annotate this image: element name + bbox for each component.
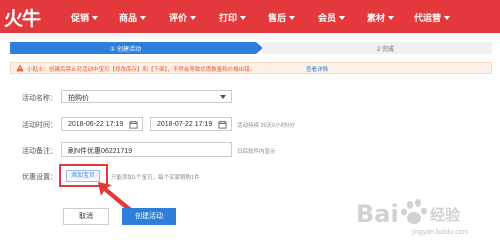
duration-hint: 活动持续 30天0小时0分 bbox=[237, 123, 295, 129]
warning-banner: 小贴士：创建后禁止对活动中宝贝【修改库存】和【下架】，不然会导致优惠数量和价格出… bbox=[10, 62, 492, 74]
add-product-button[interactable]: 添加宝贝 bbox=[66, 170, 100, 182]
end-time-value: 2018-07-22 17:19 bbox=[157, 121, 213, 128]
baidu-logo-icon: Bai 经验 bbox=[356, 199, 461, 228]
step-label: 2 完成 bbox=[377, 47, 395, 53]
nav-item-label: 售后 bbox=[268, 13, 287, 23]
step-label: ① 创建活动 bbox=[110, 47, 142, 53]
calendar-icon[interactable] bbox=[129, 120, 138, 129]
chevron-down-icon bbox=[190, 16, 197, 20]
chevron-down-icon bbox=[289, 16, 296, 20]
chevron-down-icon bbox=[388, 16, 395, 20]
activity-note-label: 活动备注： bbox=[22, 148, 57, 155]
nav-item-products[interactable]: 商品 bbox=[119, 11, 147, 24]
chevron-down-icon bbox=[220, 95, 226, 99]
chevron-down-icon bbox=[444, 16, 451, 20]
activity-type-value: 拍购价 bbox=[68, 95, 89, 102]
nav-item-members[interactable]: 会员 bbox=[318, 11, 346, 24]
start-time-value: 2018-06-22 17:19 bbox=[68, 121, 124, 128]
activity-name-label: 活动名称： bbox=[22, 95, 57, 102]
nav-item-materials[interactable]: 素材 bbox=[367, 11, 395, 24]
nav-item-label: 促销 bbox=[71, 13, 90, 23]
activity-time-label: 活动时间： bbox=[22, 122, 57, 129]
warning-text: 小贴士：创建后禁止对活动中宝贝【修改库存】和【下架】，不然会导致优惠数量和价格出… bbox=[27, 67, 256, 73]
activity-note-input[interactable]: 刷N件优惠06221719 bbox=[61, 142, 232, 157]
chevron-down-icon bbox=[339, 16, 346, 20]
discount-setting-label: 优惠设置： bbox=[22, 174, 57, 181]
watermark-url: jingyan.baidu.com bbox=[412, 229, 469, 236]
view-details-link[interactable]: 查看详情 bbox=[306, 65, 328, 73]
start-time-input[interactable]: 2018-06-22 17:19 bbox=[61, 117, 143, 131]
warning-icon bbox=[16, 64, 24, 72]
nav-item-promotion[interactable]: 促销 bbox=[71, 11, 99, 24]
end-time-input[interactable]: 2018-07-22 17:19 bbox=[150, 117, 232, 131]
nav-item-print[interactable]: 打印 bbox=[219, 11, 247, 24]
step-complete: 2 完成 bbox=[262, 42, 492, 54]
cancel-button[interactable]: 取消 bbox=[63, 208, 109, 225]
nav-item-reviews[interactable]: 评价 bbox=[169, 11, 197, 24]
top-nav-bar: 火牛 促销 商品 评价 打印 售后 会员 素材 代运营 bbox=[0, 0, 500, 33]
nav-item-label: 会员 bbox=[318, 13, 337, 23]
nav-item-label: 素材 bbox=[367, 13, 386, 23]
chevron-down-icon bbox=[92, 16, 99, 20]
svg-text:经验: 经验 bbox=[430, 206, 461, 224]
svg-text:Bai: Bai bbox=[356, 200, 399, 228]
activity-note-value: 刷N件优惠06221719 bbox=[68, 148, 133, 155]
chevron-down-icon bbox=[140, 16, 147, 20]
chevron-down-icon bbox=[240, 16, 247, 20]
nav-item-agency[interactable]: 代运营 bbox=[414, 11, 451, 24]
nav-item-label: 商品 bbox=[119, 13, 138, 23]
nav-item-label: 评价 bbox=[169, 13, 188, 23]
nav-item-aftersales[interactable]: 售后 bbox=[268, 11, 296, 24]
activity-type-select[interactable]: 拍购价 bbox=[61, 90, 232, 103]
baidu-jingyan-watermark: Bai 经验 jingyan.baidu.com bbox=[352, 196, 492, 242]
create-activity-button[interactable]: 创建活动 bbox=[122, 208, 176, 225]
note-hint: 日后软件内显示 bbox=[237, 149, 276, 155]
nav-item-label: 代运营 bbox=[414, 13, 442, 23]
nav-item-label: 打印 bbox=[219, 13, 238, 23]
step-create-activity: ① 创建活动 bbox=[10, 42, 256, 54]
brand-logo[interactable]: 火牛 bbox=[4, 4, 41, 31]
progress-steps: ① 创建活动 2 完成 bbox=[10, 42, 492, 54]
calendar-icon[interactable] bbox=[218, 120, 227, 129]
